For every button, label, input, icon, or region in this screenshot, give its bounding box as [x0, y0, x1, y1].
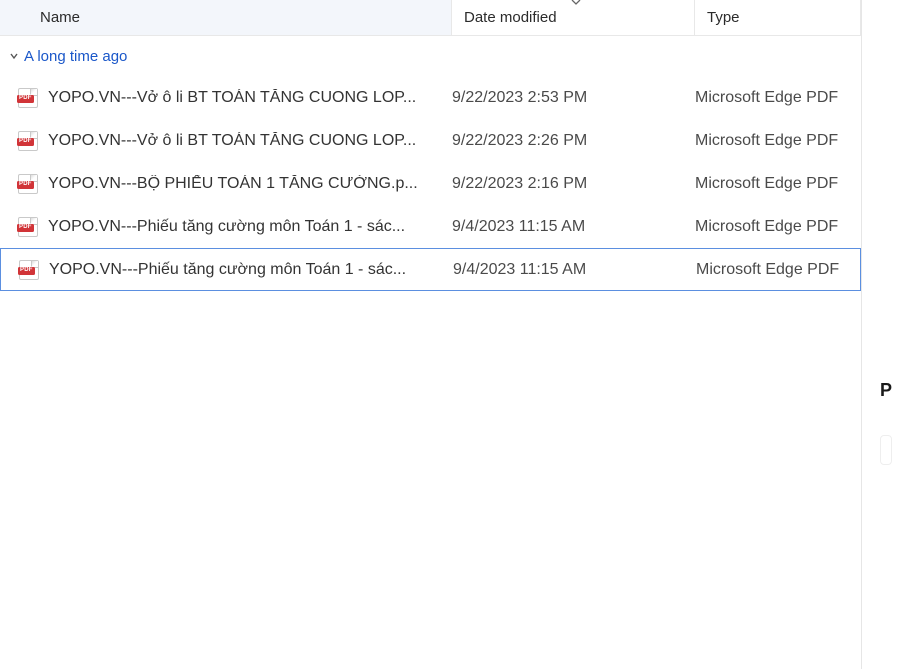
file-row[interactable]: PDF YOPO.VN---BỘ PHIẾU TOÁN 1 TĂNG CƯỜNG.…: [0, 162, 861, 205]
window-root: Name Date modified Type A long time ago …: [0, 0, 909, 669]
group-header[interactable]: A long time ago: [0, 36, 861, 76]
pdf-file-icon: PDF: [19, 260, 39, 280]
details-pane: P: [861, 0, 909, 669]
file-list-pane: Name Date modified Type A long time ago …: [0, 0, 861, 669]
pdf-badge: PDF: [17, 224, 34, 232]
file-type: Microsoft Edge PDF: [695, 132, 861, 150]
pdf-badge: PDF: [17, 95, 34, 103]
file-type: Microsoft Edge PDF: [695, 175, 861, 193]
file-type: Microsoft Edge PDF: [696, 261, 860, 279]
details-input-stub: [880, 435, 892, 465]
column-header-date-label: Date modified: [464, 9, 557, 26]
pdf-badge: PDF: [18, 267, 35, 275]
file-row[interactable]: PDF YOPO.VN---Vở ô li BT TOÁN TĂNG CUONG …: [0, 76, 861, 119]
column-header-name-label: Name: [40, 9, 80, 26]
file-date: 9/22/2023 2:53 PM: [452, 89, 695, 107]
file-type: Microsoft Edge PDF: [695, 89, 861, 107]
file-rows: PDF YOPO.VN---Vở ô li BT TOÁN TĂNG CUONG …: [0, 76, 861, 291]
file-date: 9/22/2023 2:16 PM: [452, 175, 695, 193]
file-name: YOPO.VN---Phiếu tăng cường môn Toán 1 - …: [49, 261, 453, 279]
details-pane-heading: P: [880, 380, 909, 401]
file-type: Microsoft Edge PDF: [695, 218, 861, 236]
group-collapse-icon: [6, 48, 22, 64]
column-header-date[interactable]: Date modified: [452, 0, 695, 35]
pdf-badge: PDF: [17, 138, 34, 146]
pdf-file-icon: PDF: [18, 131, 38, 151]
pdf-badge: PDF: [17, 181, 34, 189]
column-header-type-label: Type: [707, 9, 740, 26]
file-list-body: A long time ago PDF YOPO.VN---Vở ô li BT …: [0, 36, 861, 291]
column-header-name[interactable]: Name: [0, 0, 452, 35]
pdf-file-icon: PDF: [18, 174, 38, 194]
file-name: YOPO.VN---Vở ô li BT TOÁN TĂNG CUONG LOP…: [48, 132, 452, 150]
file-name: YOPO.VN---Phiếu tăng cường môn Toán 1 - …: [48, 218, 452, 236]
column-header-type[interactable]: Type: [695, 0, 861, 35]
file-row[interactable]: PDF YOPO.VN---Vở ô li BT TOÁN TĂNG CUONG …: [0, 119, 861, 162]
file-date: 9/22/2023 2:26 PM: [452, 132, 695, 150]
pdf-file-icon: PDF: [18, 88, 38, 108]
file-name: YOPO.VN---BỘ PHIẾU TOÁN 1 TĂNG CƯỜNG.p..…: [48, 175, 452, 193]
file-date: 9/4/2023 11:15 AM: [452, 218, 695, 236]
pdf-file-icon: PDF: [18, 217, 38, 237]
file-row[interactable]: PDF YOPO.VN---Phiếu tăng cường môn Toán 1…: [0, 205, 861, 248]
file-name: YOPO.VN---Vở ô li BT TOÁN TĂNG CUONG LOP…: [48, 89, 452, 107]
file-row[interactable]: PDF YOPO.VN---Phiếu tăng cường môn Toán 1…: [0, 248, 861, 291]
column-headers: Name Date modified Type: [0, 0, 861, 36]
file-date: 9/4/2023 11:15 AM: [453, 261, 696, 279]
group-header-label: A long time ago: [24, 48, 127, 65]
